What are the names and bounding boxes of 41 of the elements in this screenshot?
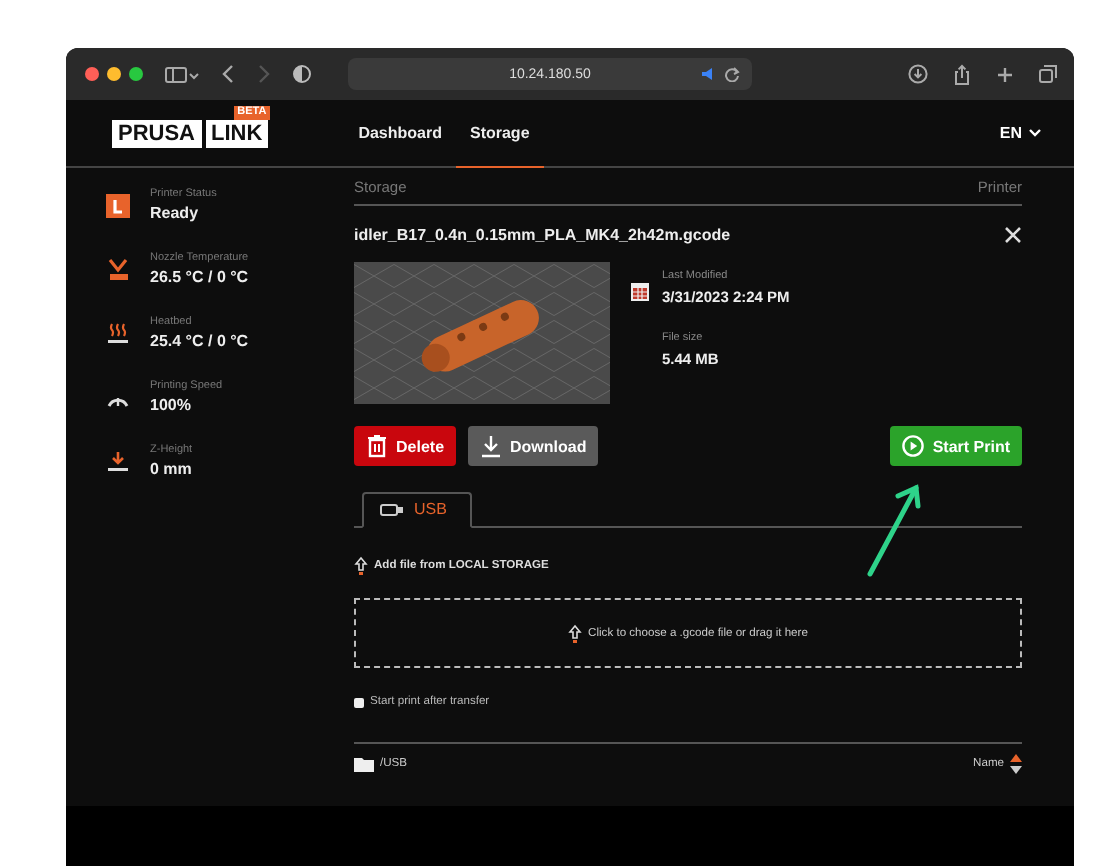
z-height-icon: [106, 450, 130, 474]
status-value: 25.4 °C / 0 °C: [150, 330, 249, 352]
nozzle-icon: [106, 258, 130, 282]
trash-icon: [366, 434, 388, 458]
annotation-arrow: [864, 480, 924, 580]
chevron-icon: [1028, 128, 1042, 138]
nav-tab[interactable]: Storage: [455, 100, 544, 168]
printer-letter-icon: [106, 194, 130, 218]
share-icon[interactable]: [952, 63, 972, 85]
status-value: 0 mm: [150, 458, 193, 480]
logo-text: PRUSA: [112, 119, 202, 147]
file-name: idler_B17_0.4n_0.15mm_PLA_MK4_2h42m.gcode: [354, 226, 731, 244]
calendar-icon: [630, 282, 650, 302]
heatbed-icon: [106, 322, 130, 346]
storage-tab[interactable]: USB: [362, 492, 473, 528]
nav-tab[interactable]: Dashboard: [344, 100, 456, 168]
logo-text: LINK: [205, 119, 269, 147]
download-button[interactable]: Download: [468, 426, 599, 466]
checkbox[interactable]: [354, 697, 364, 707]
back-icon[interactable]: [220, 64, 236, 84]
download-icon: [480, 434, 503, 458]
sidebar-icon[interactable]: [164, 65, 200, 83]
status-value: 26.5 °C / 0 °C: [150, 266, 249, 288]
status-value: 100%: [150, 394, 193, 416]
tabs-icon[interactable]: [1038, 64, 1058, 84]
window-controls-icon[interactable]: [84, 66, 144, 82]
delete-button[interactable]: Delete: [354, 426, 457, 466]
close-icon[interactable]: [1004, 226, 1022, 244]
shield-icon: [292, 64, 312, 84]
usb-drive-icon: [380, 503, 404, 515]
upload-icon: [568, 623, 583, 643]
language-selector[interactable]: EN: [999, 100, 1042, 166]
folder-icon: [354, 756, 374, 772]
upload-icon: [354, 556, 368, 576]
play-circle-icon: [902, 434, 925, 458]
plus-icon[interactable]: [996, 65, 1014, 83]
speaker-icon[interactable]: [700, 66, 718, 82]
reload-icon[interactable]: [724, 66, 740, 82]
download-icon[interactable]: [908, 64, 928, 84]
status-value: Ready: [150, 202, 201, 224]
sort-icon[interactable]: [1010, 754, 1022, 774]
